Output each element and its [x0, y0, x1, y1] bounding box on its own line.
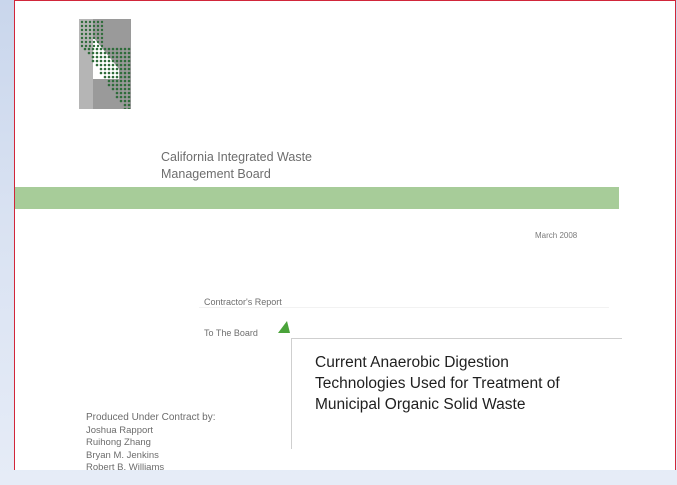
produced-by-section: Produced Under Contract by: Joshua Rappo…	[86, 412, 216, 470]
author-name: Bryan M. Jenkins	[86, 449, 159, 461]
produced-by-heading: Produced Under Contract by:	[86, 412, 216, 423]
author-name: Ruihong Zhang	[86, 437, 151, 448]
report-title-line3: Municipal Organic Solid Waste	[315, 396, 526, 413]
organization-name: California Integrated Waste Management B…	[161, 149, 312, 183]
to-the-board-label: To The Board	[204, 328, 258, 338]
report-title-line2: Technologies Used for Treatment of	[315, 375, 560, 392]
report-title-line1: Current Anaerobic Digestion	[315, 354, 509, 371]
green-header-bar	[15, 187, 619, 209]
ciwmb-logo	[79, 19, 131, 109]
organization-name-line1: California Integrated Waste	[161, 150, 313, 164]
contractor-report-label: Contractor's Report	[204, 297, 282, 307]
report-cover-page: California Integrated Waste Management B…	[14, 0, 676, 470]
report-date: March 2008	[535, 231, 578, 240]
author-name: Joshua Rapport	[86, 424, 154, 436]
author-name: Robert B. Williams	[86, 462, 165, 470]
green-triangle-icon	[278, 321, 290, 333]
divider-line	[199, 307, 609, 308]
organization-name-line2: Management Board	[161, 167, 271, 181]
report-title: Current Anaerobic Digestion Technologies…	[315, 352, 560, 415]
